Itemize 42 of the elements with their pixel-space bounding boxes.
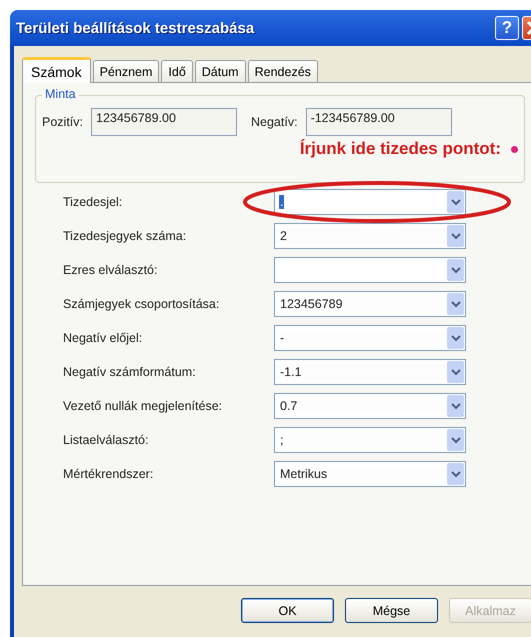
setting-label: Negatív számformátum:: [63, 365, 197, 379]
annotation-text: Írjunk ide tizedes pontot:: [300, 139, 501, 159]
tab[interactable]: Pénznem: [92, 60, 160, 82]
setting-label: Mértékrendszer:: [63, 467, 154, 481]
setting-label: Listaelválasztó:: [63, 433, 150, 447]
group-title: Minta: [42, 87, 79, 101]
setting-label: Ezres elválasztó:: [63, 263, 158, 277]
dropdown-field[interactable]: 0.7: [274, 393, 466, 419]
dropdown-field[interactable]: ;: [274, 427, 466, 453]
tab[interactable]: Számok: [22, 57, 91, 83]
dropdown-field[interactable]: .: [274, 189, 466, 215]
tab[interactable]: Idő: [161, 60, 193, 82]
positive-label: Pozitív:: [42, 115, 83, 129]
dropdown-field[interactable]: 2: [274, 223, 466, 249]
help-button[interactable]: ?: [495, 16, 519, 40]
field-value: 123456789: [279, 297, 344, 311]
dropdown-field[interactable]: [274, 257, 466, 283]
setting-label: Tizedesjel:: [63, 195, 124, 209]
annotation-dot: [511, 146, 518, 152]
setting-label: Tizedesjegyek száma:: [63, 229, 188, 243]
window-title: Területi beállítások testreszabása: [16, 20, 256, 36]
dropdown-field[interactable]: Metrikus: [274, 461, 466, 487]
positive-sample-field: 123456789.00: [91, 108, 237, 136]
dropdown-field[interactable]: -1.1: [274, 359, 466, 385]
field-value: Metrikus: [279, 467, 328, 481]
field-value: ;: [279, 433, 284, 447]
tab[interactable]: Rendezés: [248, 60, 318, 82]
tab[interactable]: Dátum: [194, 60, 246, 82]
field-value: .: [279, 195, 284, 209]
dialog-button[interactable]: Mégse: [345, 598, 438, 623]
field-value: 2: [279, 229, 288, 243]
setting-label: Számjegyek csoportosítása:: [63, 297, 220, 311]
negative-sample-field: -123456789.00: [306, 108, 452, 136]
field-value: -: [279, 331, 286, 345]
setting-label: Vezető nullák megjelenítése:: [63, 399, 224, 413]
dialog-button[interactable]: OK: [241, 598, 334, 623]
dropdown-field[interactable]: 123456789: [274, 291, 466, 317]
setting-label: Negatív előjel:: [63, 331, 144, 345]
negative-label: Negatív:: [251, 115, 298, 129]
field-value: -1.1: [279, 365, 303, 379]
field-value: 0.7: [279, 399, 298, 413]
dropdown-field[interactable]: -: [274, 325, 466, 351]
